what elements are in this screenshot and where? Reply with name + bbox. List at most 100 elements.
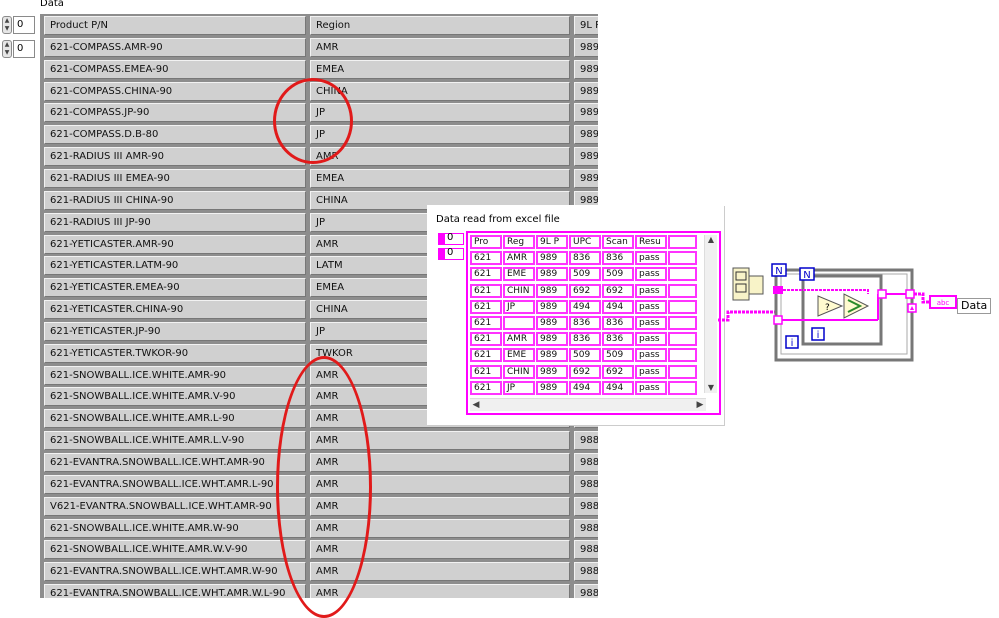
excel-cell[interactable]: 836 — [569, 316, 601, 330]
select-function-icon[interactable] — [843, 293, 870, 319]
excel-cell[interactable] — [668, 299, 697, 314]
excel-cell[interactable]: 836 — [569, 251, 601, 266]
excel-cell[interactable]: EME — [503, 267, 535, 282]
excel-cell[interactable]: 989 — [536, 267, 568, 282]
excel-cell[interactable]: 621 — [470, 316, 502, 330]
table-cell[interactable]: 989 — [574, 37, 598, 57]
table-cell[interactable]: 621-SNOWBALL.ICE.WHITE.AMR.W.V-90 — [44, 540, 306, 560]
table-cell[interactable]: 988 — [574, 496, 598, 516]
table-cell[interactable]: AMR — [310, 37, 570, 57]
table-cell[interactable]: 621-EVANTRA.SNOWBALL.ICE.WHT.AMR-90 — [44, 453, 306, 472]
table-cell[interactable]: 988 — [574, 431, 598, 451]
excel-cell[interactable]: 989 — [536, 251, 568, 266]
table-cell[interactable]: 621-SNOWBALL.ICE.WHITE.AMR.V-90 — [44, 387, 306, 407]
col-index-value[interactable]: 0 — [13, 40, 35, 58]
compare-function-icon[interactable]: ? — [817, 295, 844, 317]
excel-cell[interactable] — [668, 267, 697, 282]
spreadsheet-read-icon[interactable] — [732, 267, 764, 301]
excel-cell[interactable]: 621 — [470, 283, 502, 298]
table-cell[interactable]: 988 — [574, 518, 598, 538]
table-cell[interactable]: 989 — [574, 147, 598, 167]
excel-cell[interactable]: pass — [635, 364, 667, 379]
table-cell[interactable]: V621-EVANTRA.SNOWBALL.ICE.WHT.AMR-90 — [44, 496, 306, 516]
excel-cell[interactable] — [668, 364, 697, 379]
excel-cell[interactable]: 836 — [602, 332, 634, 347]
table-cell[interactable]: 621-COMPASS.CHINA-90 — [44, 81, 306, 101]
row-index-control[interactable]: ▲ ▼ 0 — [2, 16, 36, 34]
scroll-right-icon[interactable]: ▶ — [694, 399, 706, 411]
excel-cell[interactable]: 494 — [602, 380, 634, 395]
excel-cell[interactable]: 989 — [536, 316, 568, 330]
excel-cell[interactable]: 509 — [569, 267, 601, 282]
excel-cell[interactable]: pass — [635, 267, 667, 282]
table-cell[interactable]: 621-YETICASTER.TWKOR-90 — [44, 343, 306, 363]
excel-header-cell[interactable]: Reg — [503, 235, 535, 249]
excel-header-cell[interactable]: Scan — [602, 235, 634, 249]
table-cell[interactable]: 621-SNOWBALL.ICE.WHITE.AMR.L.V-90 — [44, 431, 306, 451]
scroll-up-icon[interactable]: ▲ — [705, 235, 717, 245]
excel-cell[interactable] — [668, 332, 697, 347]
table-header-cell[interactable]: 9L P — [574, 16, 598, 35]
table-cell[interactable]: 988 — [574, 562, 598, 582]
excel-cell[interactable]: pass — [635, 251, 667, 266]
outer-for-loop[interactable]: N i — [771, 263, 914, 362]
excel-cell[interactable]: 989 — [536, 332, 568, 347]
excel-cell[interactable]: JP — [503, 299, 535, 314]
table-cell[interactable]: 621-YETICASTER.LATM-90 — [44, 256, 306, 276]
row-index-spinner[interactable]: ▲ ▼ — [2, 16, 12, 34]
excel-cell[interactable]: 836 — [569, 332, 601, 347]
excel-header-cell[interactable]: 9L P — [536, 235, 568, 249]
excel-cell[interactable]: 494 — [569, 380, 601, 395]
table-cell[interactable]: 621-RADIUS III JP-90 — [44, 212, 306, 232]
table-cell[interactable]: 621-COMPASS.EMEA-90 — [44, 59, 306, 79]
table-cell[interactable]: 621-YETICASTER.AMR-90 — [44, 234, 306, 254]
excel-table-hscroll[interactable]: ◀ ▶ — [470, 398, 706, 411]
excel-cell[interactable] — [668, 283, 697, 298]
table-header-cell[interactable]: Product P/N — [44, 16, 306, 35]
table-header-cell[interactable]: Region — [310, 16, 570, 35]
table-cell[interactable]: 621-EVANTRA.SNOWBALL.ICE.WHT.AMR.W.L-90 — [44, 584, 306, 598]
excel-cell[interactable]: pass — [635, 380, 667, 395]
excel-cell[interactable]: pass — [635, 332, 667, 347]
excel-cell[interactable]: EME — [503, 348, 535, 363]
string-indicator-terminal[interactable]: abc — [929, 295, 957, 309]
table-cell[interactable]: 621-RADIUS III CHINA-90 — [44, 190, 306, 210]
table-cell[interactable]: 621-SNOWBALL.ICE.WHITE.AMR-90 — [44, 365, 306, 385]
table-cell[interactable]: EMEA — [310, 168, 570, 188]
excel-cell[interactable]: 989 — [536, 299, 568, 314]
table-cell[interactable]: 621-RADIUS III EMEA-90 — [44, 168, 306, 188]
row-index-value[interactable]: 0 — [13, 16, 35, 34]
excel-cell[interactable]: pass — [635, 348, 667, 363]
excel-cell[interactable] — [668, 316, 697, 330]
excel-cell[interactable]: 621 — [470, 380, 502, 395]
excel-cell[interactable]: CHIN — [503, 364, 535, 379]
excel-cell[interactable]: 836 — [602, 316, 634, 330]
excel-cell[interactable]: 692 — [569, 283, 601, 298]
excel-cell[interactable]: 836 — [602, 251, 634, 266]
excel-header-cell[interactable]: Pro — [470, 235, 502, 249]
table-cell[interactable]: 621-YETICASTER.JP-90 — [44, 321, 306, 341]
table-cell[interactable]: 989 — [574, 168, 598, 188]
table-cell[interactable]: 621-COMPASS.AMR-90 — [44, 37, 306, 57]
excel-col-index[interactable]: 0 — [438, 247, 464, 260]
excel-cell[interactable]: 989 — [536, 380, 568, 395]
excel-cell[interactable] — [668, 380, 697, 395]
excel-cell[interactable]: 494 — [569, 299, 601, 314]
table-cell[interactable]: 621-EVANTRA.SNOWBALL.ICE.WHT.AMR.W-90 — [44, 562, 306, 582]
table-cell[interactable]: 988 — [574, 584, 598, 598]
excel-cell[interactable]: 509 — [569, 348, 601, 363]
excel-cell[interactable]: 621 — [470, 299, 502, 314]
excel-cell[interactable]: pass — [635, 283, 667, 298]
table-cell[interactable]: 621-SNOWBALL.ICE.WHITE.AMR.W-90 — [44, 518, 306, 538]
excel-cell[interactable] — [503, 316, 535, 330]
excel-cell[interactable]: 989 — [536, 348, 568, 363]
col-index-control[interactable]: ▲ ▼ 0 — [2, 40, 36, 58]
excel-cell[interactable]: 509 — [602, 348, 634, 363]
excel-header-cell[interactable] — [668, 235, 697, 249]
table-cell[interactable]: 988 — [574, 540, 598, 560]
table-cell[interactable]: 621-COMPASS.D.B-80 — [44, 125, 306, 145]
excel-string-table[interactable]: Pro Reg 9L P UPC Scan Resu 621 AMR 989 836 836 pass… — [466, 231, 721, 415]
table-cell[interactable]: AMR — [310, 147, 570, 167]
excel-cell[interactable]: CHIN — [503, 283, 535, 298]
excel-cell[interactable]: 989 — [536, 283, 568, 298]
